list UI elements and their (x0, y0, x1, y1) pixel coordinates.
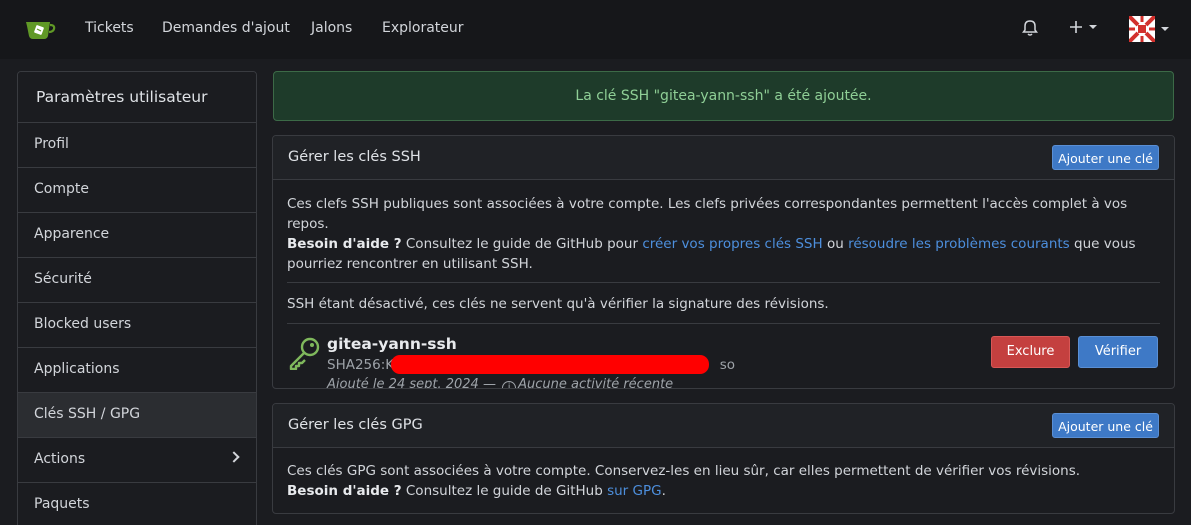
nav-pull-requests[interactable]: Demandes d'ajout (162, 20, 290, 36)
create-new-menu[interactable] (1069, 20, 1097, 34)
success-flash-message: La clé SSH "gitea-yann-ssh" a été ajouté… (273, 71, 1174, 121)
help-text: Consultez le guide de GitHub (401, 483, 608, 499)
ssh-key-row: gitea-yann-ssh SHA256:Ke so Ajouté le 24 … (273, 324, 1174, 389)
help-text: ou (822, 236, 849, 252)
caret-down-icon (1089, 25, 1097, 29)
help-text: Consultez le guide de GitHub pour (401, 236, 643, 252)
sidebar-item-appearance[interactable]: Apparence (18, 213, 256, 258)
settings-sidebar: Paramètres utilisateur Profil Compte App… (17, 71, 257, 525)
help-label: Besoin d'aide ? (287, 483, 402, 499)
plus-icon (1070, 21, 1082, 33)
sidebar-item-account[interactable]: Compte (18, 168, 256, 213)
sidebar-item-security[interactable]: Sécurité (18, 258, 256, 303)
sidebar-item-label: Compte (34, 181, 89, 197)
sidebar-item-packages[interactable]: Paquets (18, 483, 256, 525)
caret-down-icon (1161, 27, 1169, 31)
ssh-key-meta: Ajouté le 24 sept. 2024 — i Aucune activi… (327, 377, 674, 389)
nav-explore[interactable]: Explorateur (382, 20, 464, 36)
troubleshoot-ssh-link[interactable]: résoudre les problèmes courants (848, 236, 1070, 252)
key-added-date: Ajouté le 24 sept. 2024 — (327, 377, 496, 389)
sidebar-item-blocked-users[interactable]: Blocked users (18, 303, 256, 348)
fingerprint-suffix: so (719, 357, 736, 373)
gpg-desc-text: Ces clés GPG sont associées à votre comp… (287, 463, 1081, 479)
create-ssh-keys-link[interactable]: créer vos propres clés SSH (642, 236, 822, 252)
sidebar-item-label: Profil (34, 136, 69, 152)
add-ssh-key-button[interactable]: Ajouter une clé (1052, 145, 1159, 170)
sidebar-item-label: Sécurité (34, 271, 92, 287)
add-gpg-key-button[interactable]: Ajouter une clé (1052, 413, 1159, 438)
gpg-panel-header: Gérer les clés GPG Ajouter une clé (273, 404, 1174, 448)
chevron-right-icon (228, 451, 240, 463)
help-text: . (661, 483, 666, 499)
info-icon: i (502, 381, 517, 388)
ssh-panel-header: Gérer les clés SSH Ajouter une clé (273, 136, 1174, 180)
sidebar-item-label: Apparence (34, 226, 110, 242)
sidebar-item-applications[interactable]: Applications (18, 348, 256, 393)
gpg-description: Ces clés GPG sont associées à votre comp… (273, 448, 1174, 501)
sidebar-item-label: Blocked users (34, 316, 132, 332)
sidebar-item-actions[interactable]: Actions (18, 438, 256, 483)
notifications-bell-icon[interactable] (1021, 19, 1039, 37)
ssh-key-name: gitea-yann-ssh (327, 335, 457, 353)
user-menu[interactable] (1129, 16, 1169, 42)
top-navbar: Tickets Demandes d'ajout Jalons Explorat… (0, 0, 1191, 59)
sidebar-item-label: Actions (34, 451, 86, 467)
sidebar-item-label: Clés SSH / GPG (34, 406, 141, 422)
redaction-bar (391, 355, 709, 374)
nav-milestones[interactable]: Jalons (311, 20, 352, 36)
ssh-description: Ces clefs SSH publiques sont associées à… (273, 180, 1174, 282)
gpg-keys-panel: Gérer les clés GPG Ajouter une clé Ces c… (272, 403, 1175, 514)
sidebar-item-profile[interactable]: Profil (18, 123, 256, 168)
sidebar-item-ssh-gpg-keys[interactable]: Clés SSH / GPG (18, 393, 256, 438)
sidebar-title: Paramètres utilisateur (18, 72, 256, 123)
ssh-keys-panel: Gérer les clés SSH Ajouter une clé Ces c… (272, 135, 1175, 389)
sidebar-item-label: Paquets (34, 496, 90, 512)
gpg-panel-title: Gérer les clés GPG (288, 417, 423, 433)
gitea-logo-icon[interactable] (24, 18, 56, 42)
ssh-disabled-note: SSH étant désactivé, ces clés ne servent… (287, 296, 829, 312)
nav-tickets[interactable]: Tickets (85, 20, 134, 36)
sidebar-item-label: Applications (34, 361, 120, 377)
key-icon (289, 337, 320, 370)
gpg-guide-link[interactable]: sur GPG (607, 483, 662, 499)
help-label: Besoin d'aide ? (287, 236, 402, 252)
ssh-desc-text: Ces clefs SSH publiques sont associées à… (287, 196, 1128, 232)
verify-ssh-key-button[interactable]: Vérifier (1078, 336, 1158, 368)
key-activity: Aucune activité récente (518, 377, 674, 389)
ssh-panel-title: Gérer les clés SSH (288, 149, 421, 165)
avatar (1129, 16, 1155, 42)
delete-ssh-key-button[interactable]: Exclure (991, 336, 1070, 368)
